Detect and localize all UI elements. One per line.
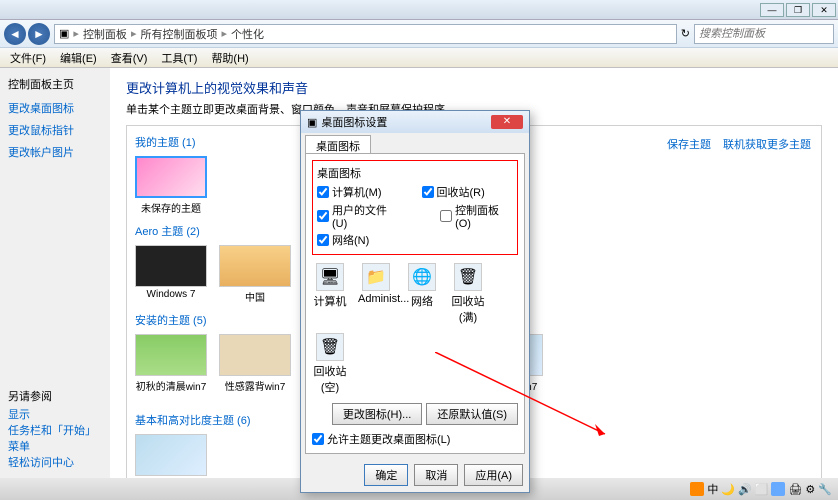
sidebar-link-taskbar[interactable]: 任务栏和「开始」菜单 xyxy=(8,422,102,454)
tray-icon[interactable] xyxy=(771,482,785,496)
maximize-button[interactable]: ❐ xyxy=(786,3,810,17)
theme-item[interactable]: Windows 7 Basic xyxy=(135,434,207,478)
ime-indicator[interactable]: 中 xyxy=(707,481,718,497)
tray-icon[interactable]: ⚙ xyxy=(805,483,815,496)
group-label: 桌面图标 xyxy=(317,165,513,181)
sidebar-link-display[interactable]: 显示 xyxy=(8,406,102,422)
tray-icon[interactable]: ⬜ xyxy=(755,483,769,496)
breadcrumb-item[interactable]: 控制面板 xyxy=(83,26,127,42)
theme-item[interactable]: 初秋的清晨win7 xyxy=(135,334,207,404)
sidebar-home[interactable]: 控制面板主页 xyxy=(8,76,102,92)
theme-item[interactable]: 性感露背win7 xyxy=(219,334,291,404)
icon-recycle-full[interactable]: 🗑回收站(满) xyxy=(450,263,486,325)
menu-tools[interactable]: 工具(T) xyxy=(155,48,203,67)
menu-edit[interactable]: 编辑(E) xyxy=(54,48,103,67)
checkbox-computer[interactable]: 计算机(M) xyxy=(317,184,382,200)
menu-file[interactable]: 文件(F) xyxy=(4,48,52,67)
checkbox-userfiles[interactable]: 用户的文件(U) xyxy=(317,202,400,230)
menu-view[interactable]: 查看(V) xyxy=(105,48,154,67)
checkbox-network[interactable]: 网络(N) xyxy=(317,232,369,248)
icon-computer[interactable]: 🖥计算机 xyxy=(312,263,348,325)
forward-button[interactable]: ► xyxy=(28,23,50,45)
page-title: 更改计算机上的视觉效果和声音 xyxy=(126,78,822,97)
breadcrumb[interactable]: ▣ ▸ 控制面板 ▸ 所有控制面板项 ▸ 个性化 xyxy=(54,24,677,44)
icon-network[interactable]: 🌐网络 xyxy=(404,263,440,325)
nav-toolbar: ◄ ► ▣ ▸ 控制面板 ▸ 所有控制面板项 ▸ 个性化 ↻ xyxy=(0,20,838,48)
menu-bar: 文件(F) 编辑(E) 查看(V) 工具(T) 帮助(H) xyxy=(0,48,838,68)
ok-button[interactable]: 确定 xyxy=(364,464,408,486)
refresh-icon[interactable]: ↻ xyxy=(681,27,690,40)
checkbox-allow-theme[interactable]: 允许主题更改桌面图标(L) xyxy=(312,431,518,447)
close-button[interactable]: ✕ xyxy=(812,3,836,17)
change-icon-button[interactable]: 更改图标(H)... xyxy=(332,403,422,425)
breadcrumb-item[interactable]: 所有控制面板项 xyxy=(140,26,217,42)
dialog-close-button[interactable]: ✕ xyxy=(491,115,523,129)
checkbox-recycle[interactable]: 回收站(R) xyxy=(422,184,485,200)
cancel-button[interactable]: 取消 xyxy=(414,464,458,486)
icon-recycle-empty[interactable]: 🗑回收站 (空) xyxy=(312,333,348,395)
apply-button[interactable]: 应用(A) xyxy=(464,464,523,486)
breadcrumb-item[interactable]: 个性化 xyxy=(231,26,264,42)
sidebar-link-account-pic[interactable]: 更改帐户图片 xyxy=(8,144,102,160)
window-titlebar: — ❐ ✕ xyxy=(0,0,838,20)
restore-default-button[interactable]: 还原默认值(S) xyxy=(426,403,518,425)
save-theme-link[interactable]: 保存主题 xyxy=(667,136,711,152)
tab-desktop-icons[interactable]: 桌面图标 xyxy=(305,135,371,153)
tray-icon[interactable]: 🔊 xyxy=(738,483,752,496)
icon-admin[interactable]: 📁Administ... xyxy=(358,263,394,325)
folder-icon: ▣ xyxy=(59,27,69,40)
annotation-highlight: 桌面图标 计算机(M) 回收站(R) 用户的文件(U) 控制面板(O) 网络(N… xyxy=(312,160,518,255)
desktop-icon-settings-dialog: ▣ 桌面图标设置 ✕ 桌面图标 桌面图标 计算机(M) 回收站(R) 用户的文件… xyxy=(300,110,530,493)
sidebar-link-mouse[interactable]: 更改鼠标指针 xyxy=(8,122,102,138)
theme-item[interactable]: Windows 7 xyxy=(135,245,207,304)
theme-item[interactable]: 中国 xyxy=(219,245,291,304)
minimize-button[interactable]: — xyxy=(760,3,784,17)
sidebar-link-ease[interactable]: 轻松访问中心 xyxy=(8,454,102,470)
theme-thumbnail xyxy=(135,156,207,198)
menu-help[interactable]: 帮助(H) xyxy=(205,48,254,67)
back-button[interactable]: ◄ xyxy=(4,23,26,45)
tray-icon[interactable]: 🌙 xyxy=(721,483,735,496)
see-also-label: 另请参阅 xyxy=(8,388,102,404)
sidebar: 控制面板主页 更改桌面图标 更改鼠标指针 更改帐户图片 另请参阅 显示 任务栏和… xyxy=(0,68,110,478)
dialog-icon: ▣ xyxy=(307,116,317,129)
dialog-title: 桌面图标设置 xyxy=(321,114,387,130)
get-more-themes-link[interactable]: 联机获取更多主题 xyxy=(723,136,811,152)
tray-icon[interactable]: 🔧 xyxy=(818,483,832,496)
search-input[interactable] xyxy=(694,24,834,44)
sidebar-link-desktop-icons[interactable]: 更改桌面图标 xyxy=(8,100,102,116)
tray-icon[interactable] xyxy=(690,482,704,496)
theme-item[interactable]: 未保存的主题 xyxy=(135,156,207,215)
checkbox-controlpanel[interactable]: 控制面板(O) xyxy=(440,202,513,230)
dialog-titlebar[interactable]: ▣ 桌面图标设置 ✕ xyxy=(301,111,529,133)
tray-icon[interactable]: 🖨 xyxy=(788,483,802,496)
